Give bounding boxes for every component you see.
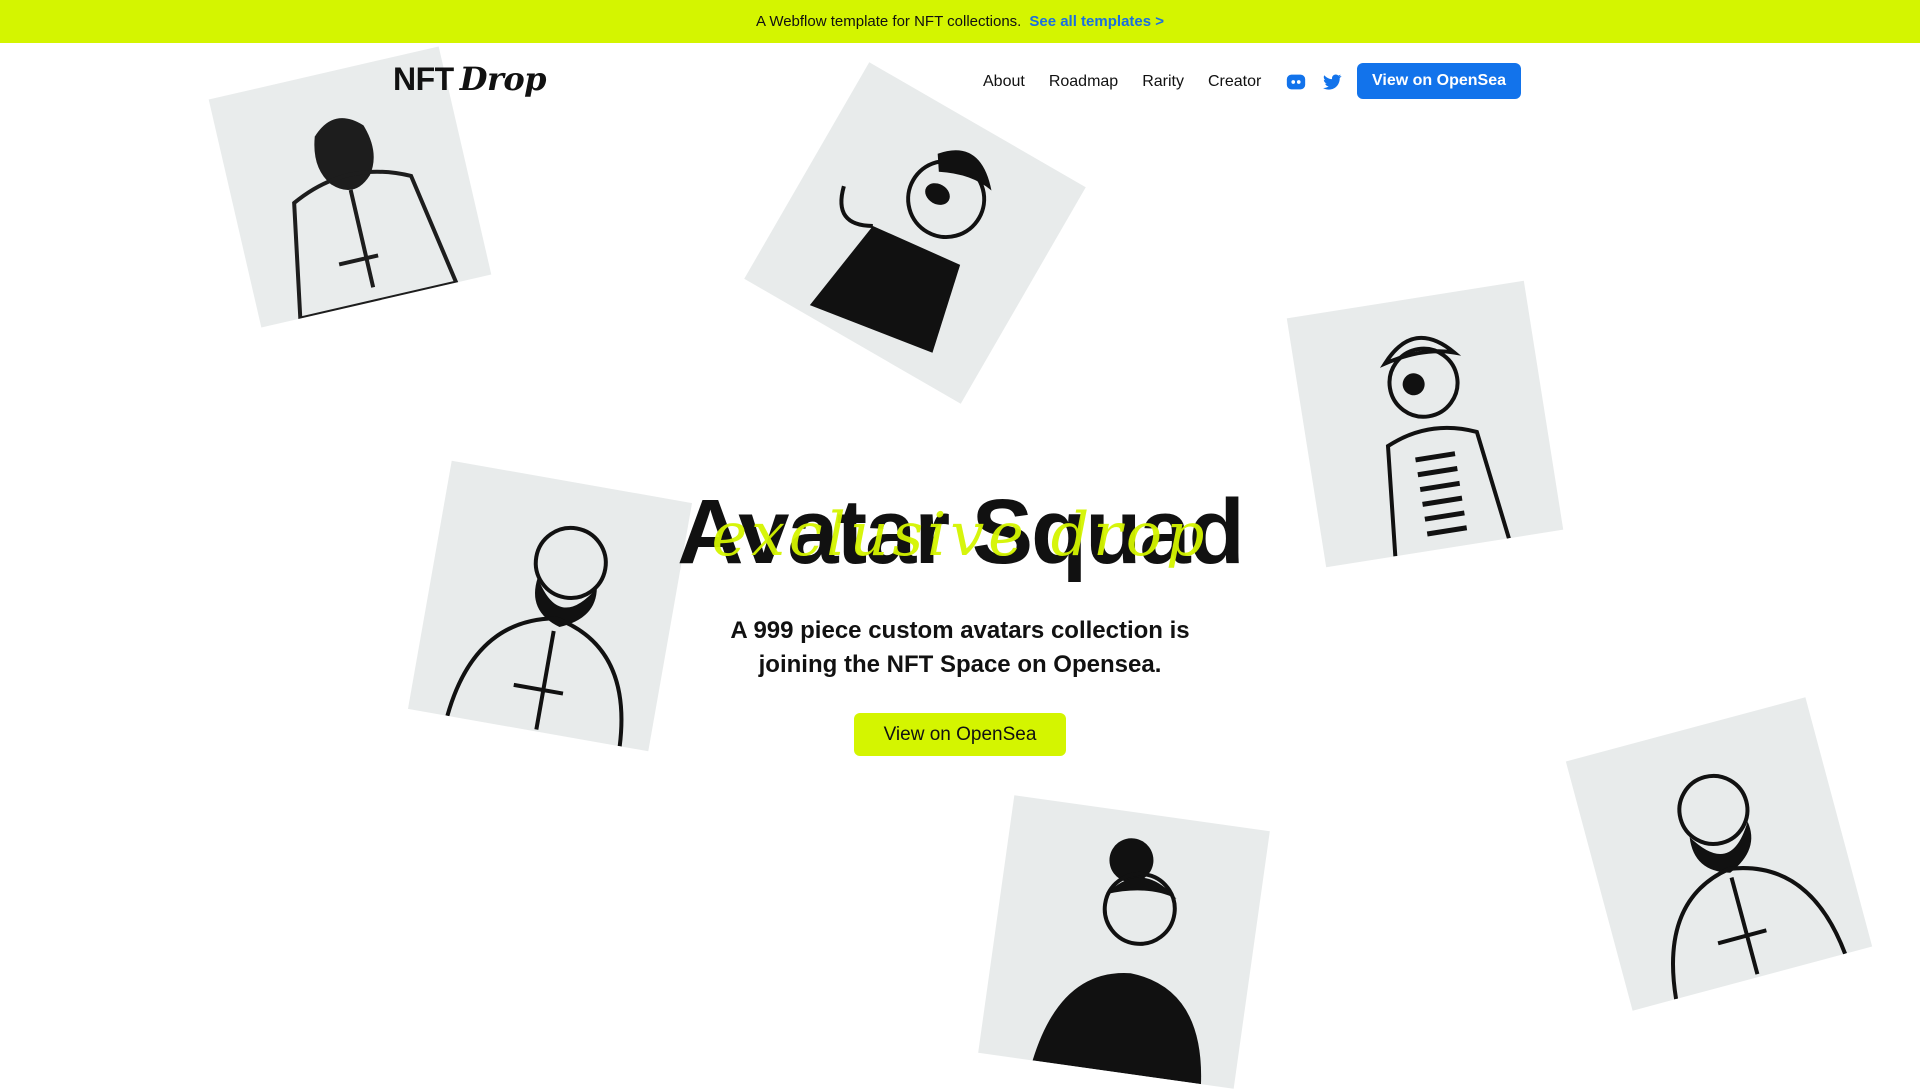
avatar-card-bearded-right — [1565, 697, 1873, 1011]
top-navigation: NFT Drop About Roadmap Rarity Creator Vie… — [0, 43, 1920, 118]
nav-link-rarity[interactable]: Rarity — [1142, 73, 1184, 91]
nav-link-creator[interactable]: Creator — [1208, 73, 1261, 91]
logo-main-text: NFT — [393, 61, 454, 97]
nav-view-on-opensea-button[interactable]: View on OpenSea — [1357, 63, 1521, 99]
bearded-hoodie-avatar-illustration-right — [1671, 773, 1847, 1000]
nav-link-about[interactable]: About — [983, 73, 1025, 91]
avatar-card-bun-bottom — [978, 795, 1270, 1089]
hero-view-on-opensea-button[interactable]: View on OpenSea — [854, 713, 1066, 756]
logo-italic-text: Drop — [459, 60, 547, 98]
announcement-banner: A Webflow template for NFT collections. … — [0, 0, 1920, 43]
hero-subtitle-line1: A 999 piece custom avatars collection is — [730, 617, 1190, 644]
nav-links: About Roadmap Rarity Creator — [983, 71, 1357, 93]
hero-subtitle-line2: joining the NFT Space on Opensea. — [758, 651, 1162, 678]
site-logo[interactable]: NFT Drop — [393, 60, 547, 98]
hero-script-overlay: exclusive drop — [711, 500, 1209, 570]
see-all-templates-link[interactable]: See all templates > — [1029, 13, 1164, 30]
banner-text: A Webflow template for NFT collections. — [755, 13, 1022, 30]
discord-icon[interactable] — [1285, 71, 1307, 93]
bun-hair-avatar-illustration — [1032, 838, 1202, 1085]
nav-link-roadmap[interactable]: Roadmap — [1049, 73, 1118, 91]
hero-subtitle: A 999 piece custom avatars collection is… — [660, 614, 1260, 682]
twitter-icon[interactable] — [1321, 71, 1343, 93]
